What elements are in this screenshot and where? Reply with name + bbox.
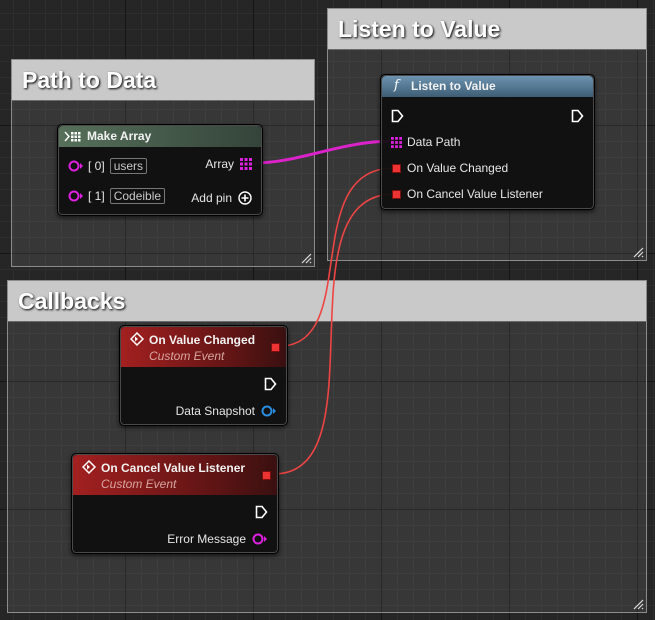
comment-callbacks[interactable]: Callbacks bbox=[7, 280, 647, 613]
event-icon bbox=[82, 460, 96, 474]
exec-in-pin-icon[interactable] bbox=[391, 109, 404, 123]
node-title: On Cancel Value Listener bbox=[101, 461, 246, 475]
array-pin-icon[interactable] bbox=[391, 136, 402, 148]
delegate-pin-icon[interactable] bbox=[271, 343, 280, 352]
comment-title[interactable]: Path to Data bbox=[12, 60, 314, 101]
resize-grip-icon[interactable] bbox=[632, 598, 644, 610]
pin-label: Data Path bbox=[407, 135, 461, 149]
input-pin-row-1[interactable]: [ 1] Codeible bbox=[68, 188, 166, 204]
add-pin-label: Add pin bbox=[191, 191, 232, 205]
pin-value-box[interactable]: Codeible bbox=[109, 188, 166, 204]
output-pin-error-message[interactable]: Error Message bbox=[167, 531, 268, 547]
node-title: On Value Changed bbox=[149, 333, 256, 347]
add-pin-button[interactable]: Add pin bbox=[191, 190, 252, 206]
node-title: Make Array bbox=[87, 129, 152, 143]
plus-circle-icon[interactable] bbox=[238, 191, 252, 205]
pin-label: Error Message bbox=[167, 532, 246, 546]
string-pin-icon[interactable] bbox=[252, 532, 268, 546]
pin-label: Array bbox=[205, 157, 234, 171]
array-pin-icon[interactable] bbox=[240, 158, 252, 170]
resize-grip-icon[interactable] bbox=[300, 252, 312, 264]
comment-title[interactable]: Callbacks bbox=[8, 281, 646, 322]
resize-grip-icon[interactable] bbox=[632, 246, 644, 258]
event-icon bbox=[130, 332, 144, 346]
node-header: On Value Changed Custom Event bbox=[121, 327, 286, 367]
node-title: Listen to Value bbox=[411, 79, 496, 93]
input-pin-row-0[interactable]: [ 0] users bbox=[68, 158, 148, 174]
pin-label: On Value Changed bbox=[407, 161, 509, 175]
string-pin-icon[interactable] bbox=[68, 189, 84, 203]
input-pin-data-path[interactable]: Data Path bbox=[391, 134, 460, 150]
input-pin-on-cancel[interactable]: On Cancel Value Listener bbox=[392, 186, 543, 202]
node-subtitle: Custom Event bbox=[101, 477, 177, 491]
exec-out-pin-icon[interactable] bbox=[264, 377, 277, 391]
function-icon: f bbox=[394, 78, 399, 93]
output-pin-data-snapshot[interactable]: Data Snapshot bbox=[176, 403, 277, 419]
exec-out-pin-icon[interactable] bbox=[571, 109, 584, 123]
node-header: Make Array bbox=[59, 126, 261, 147]
node-header: On Cancel Value Listener Custom Event bbox=[73, 455, 277, 495]
pin-label: On Cancel Value Listener bbox=[407, 187, 543, 201]
delegate-pin-icon[interactable] bbox=[392, 189, 401, 199]
pin-label: Data Snapshot bbox=[175, 404, 255, 418]
exec-out-pin-icon[interactable] bbox=[255, 505, 268, 519]
delegate-pin-icon[interactable] bbox=[262, 471, 271, 480]
node-on-value-changed[interactable]: On Value Changed Custom Event Data Snaps… bbox=[119, 325, 288, 426]
node-subtitle: Custom Event bbox=[149, 349, 225, 363]
comment-title[interactable]: Listen to Value bbox=[328, 9, 646, 50]
pin-index: [ 1] bbox=[88, 189, 105, 203]
delegate-pin-icon[interactable] bbox=[392, 163, 401, 173]
node-on-cancel-value-listener[interactable]: On Cancel Value Listener Custom Event Er… bbox=[71, 453, 279, 554]
pin-index: [ 0] bbox=[88, 159, 105, 173]
node-make-array[interactable]: Make Array [ 0] users [ 1] Codeible Arra… bbox=[57, 124, 263, 216]
pin-value-box[interactable]: users bbox=[109, 158, 148, 174]
make-array-icon bbox=[64, 131, 81, 142]
node-listen-to-value[interactable]: f Listen to Value Data Path On Value Cha… bbox=[380, 74, 595, 210]
output-pin-array[interactable]: Array bbox=[205, 156, 252, 172]
struct-pin-icon[interactable] bbox=[261, 404, 277, 418]
input-pin-on-value-changed[interactable]: On Value Changed bbox=[392, 160, 508, 176]
node-header: f Listen to Value bbox=[382, 76, 593, 97]
string-pin-icon[interactable] bbox=[68, 159, 84, 173]
